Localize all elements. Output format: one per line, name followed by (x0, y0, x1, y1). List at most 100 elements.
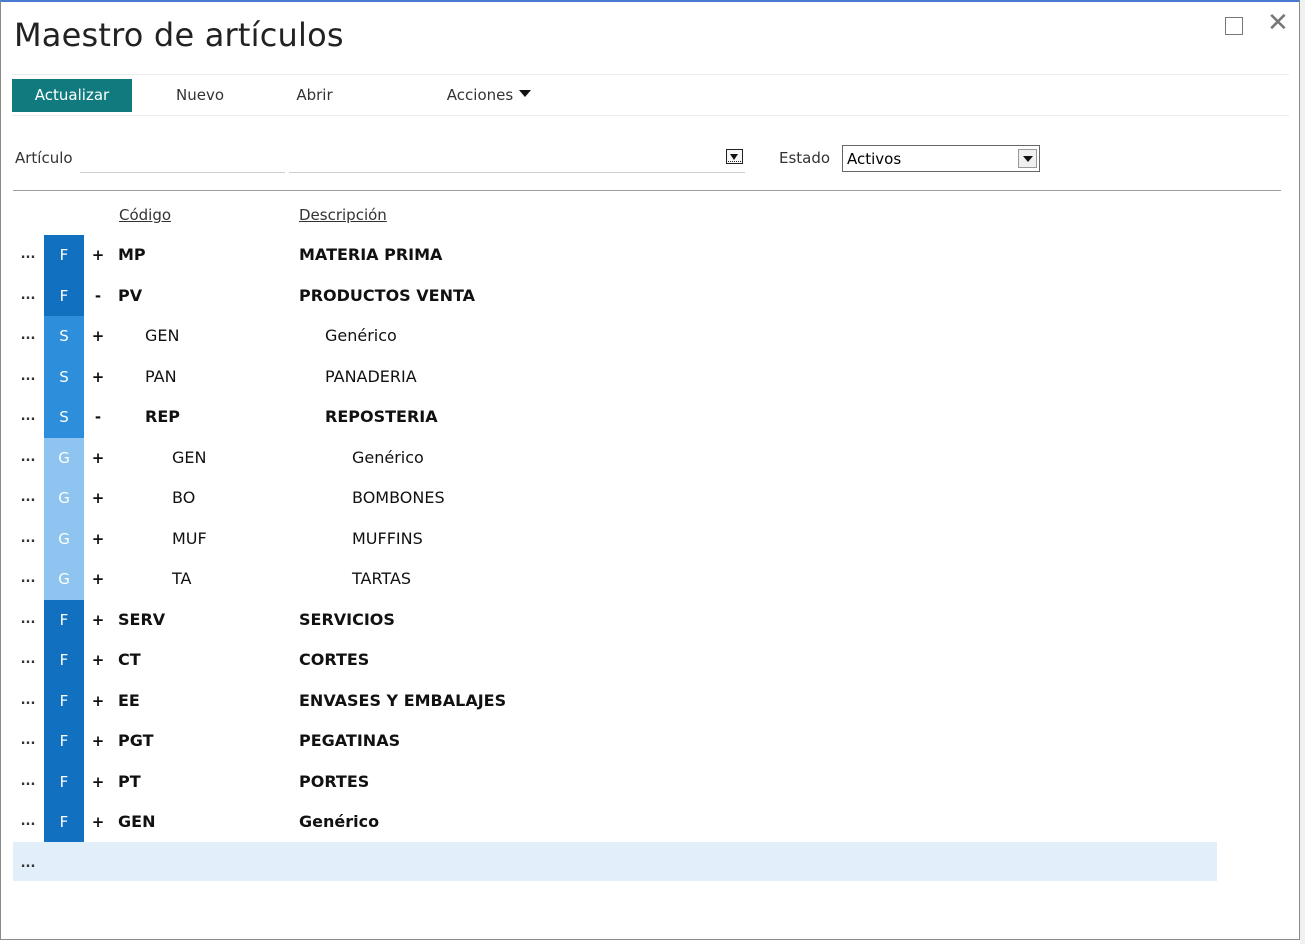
expand-toggle[interactable]: + (91, 559, 105, 600)
expand-toggle[interactable]: + (91, 762, 105, 803)
row-description: Genérico (352, 447, 424, 467)
row-description: SERVICIOS (299, 609, 395, 629)
row-code: CT (118, 650, 141, 669)
filter-divider (13, 190, 1281, 191)
refresh-button[interactable]: Actualizar (12, 79, 132, 112)
expand-toggle[interactable]: + (91, 721, 105, 762)
row-description: PANADERIA (325, 366, 417, 386)
row-menu-button[interactable]: ... (13, 681, 43, 722)
row-description: ENVASES Y EMBALAJES (299, 690, 507, 710)
expand-toggle[interactable]: + (91, 235, 105, 276)
level-badge: S (44, 356, 84, 397)
row-description: PEGATINAS (299, 731, 401, 750)
row-menu-button[interactable]: ... (13, 762, 43, 803)
select-dropdown-button[interactable] (1018, 149, 1037, 168)
background-window-edge (1300, 0, 1305, 944)
row-menu-button[interactable]: ... (13, 276, 43, 317)
table-row[interactable]: ... F + EE ENVASES Y EMBALAJES (13, 680, 1217, 722)
level-badge: F (44, 235, 84, 276)
article-master-window: Maestro de artículos ✕ Actualizar Nuevo … (0, 0, 1300, 940)
level-badge: G (44, 437, 84, 478)
expand-toggle[interactable]: + (91, 519, 105, 560)
table-row[interactable]: ... G + TA TARTAS (13, 559, 1217, 600)
row-description: MUFFINS (352, 528, 423, 548)
row-description: Genérico (299, 812, 380, 831)
row-code: BO (172, 488, 196, 507)
article-description-input[interactable] (289, 172, 745, 173)
maximize-icon[interactable] (1225, 17, 1243, 35)
expand-toggle[interactable]: + (91, 438, 105, 479)
row-menu-button[interactable]: ... (13, 600, 43, 641)
column-header-description[interactable]: Descripción (299, 206, 387, 224)
expand-toggle[interactable]: + (91, 316, 105, 357)
table-row[interactable]: ... S + PAN PANADERIA (13, 356, 1217, 398)
table-row[interactable]: ... G + GEN Genérico (13, 437, 1217, 479)
open-button[interactable]: Abrir (287, 79, 342, 112)
table-row[interactable]: ... F + MP MATERIA PRIMA (13, 235, 1217, 276)
row-code: MP (118, 245, 146, 264)
table-row[interactable]: ... S + GEN Genérico (13, 316, 1217, 357)
table-row[interactable]: ... F + GEN Genérico (13, 802, 1217, 843)
row-code: GEN (118, 812, 156, 831)
row-description: Genérico (325, 326, 397, 345)
article-code-input[interactable] (80, 172, 285, 173)
expand-toggle[interactable]: - (91, 397, 105, 438)
expand-toggle[interactable]: + (91, 802, 105, 843)
state-select[interactable]: Activos (842, 145, 1040, 172)
row-description: MATERIA PRIMA (299, 245, 443, 264)
row-menu-button[interactable]: ... (13, 397, 43, 438)
table-row[interactable]: ... F + SERV SERVICIOS (13, 599, 1217, 641)
table-row[interactable]: ... F - PV PRODUCTOS VENTA (13, 275, 1217, 317)
toolbar-divider-top (12, 74, 1289, 75)
row-menu-button[interactable]: ... (13, 316, 43, 357)
row-code: PGT (118, 731, 154, 750)
row-code: EE (118, 690, 140, 710)
row-menu-button[interactable]: ... (13, 438, 43, 479)
row-menu-button[interactable]: ... (13, 357, 43, 398)
row-menu-button[interactable]: ... (13, 235, 43, 276)
table-row[interactable]: ... S - REP REPOSTERIA (13, 397, 1217, 438)
row-menu-button[interactable]: ... (13, 640, 43, 681)
table-row[interactable]: ... F + PGT PEGATINAS (13, 721, 1217, 762)
row-code: PV (118, 285, 143, 305)
state-select-value: Activos (847, 150, 902, 168)
page-title: Maestro de artículos (14, 16, 344, 54)
expand-toggle[interactable]: + (91, 600, 105, 641)
row-menu-button[interactable]: ... (13, 478, 43, 519)
actions-menu-button[interactable]: Acciones (439, 79, 539, 112)
close-icon[interactable]: ✕ (1267, 10, 1289, 36)
toolbar-divider-bottom (12, 115, 1289, 116)
row-menu-button[interactable]: ... (13, 721, 43, 762)
row-code: SERV (118, 609, 166, 629)
row-description: PORTES (299, 771, 370, 791)
row-menu-button[interactable]: ... (13, 519, 43, 560)
article-lookup-dropdown[interactable] (726, 149, 743, 164)
level-badge: F (44, 761, 84, 802)
row-menu-button[interactable]: ... (13, 802, 43, 843)
level-badge: F (44, 721, 84, 762)
expand-toggle[interactable]: + (91, 478, 105, 519)
expand-toggle[interactable]: + (91, 640, 105, 681)
row-menu-button[interactable]: ... (13, 559, 43, 600)
expand-toggle[interactable]: + (91, 357, 105, 398)
actions-label: Acciones (446, 86, 514, 104)
level-badge: F (44, 640, 84, 681)
row-description: REPOSTERIA (325, 407, 438, 426)
expand-toggle[interactable]: - (91, 276, 105, 317)
level-badge: S (44, 316, 84, 357)
row-code: GEN (145, 326, 180, 345)
row-menu-button[interactable]: ... (13, 842, 43, 881)
expand-toggle[interactable]: + (91, 681, 105, 722)
row-code: GEN (172, 447, 207, 467)
column-header-code[interactable]: Código (119, 206, 171, 224)
table-row[interactable]: ... G + MUF MUFFINS (13, 518, 1217, 560)
table-row[interactable]: ... G + BO BOMBONES (13, 478, 1217, 519)
new-row[interactable]: ... (13, 842, 1217, 881)
table-row[interactable]: ... F + PT PORTES (13, 761, 1217, 803)
caret-down-icon (519, 90, 532, 97)
row-description: TARTAS (352, 569, 412, 588)
new-button[interactable]: Nuevo (167, 79, 233, 112)
table-row[interactable]: ... F + CT CORTES (13, 640, 1217, 681)
level-badge: F (44, 680, 84, 721)
state-filter-label: Estado (779, 149, 831, 167)
